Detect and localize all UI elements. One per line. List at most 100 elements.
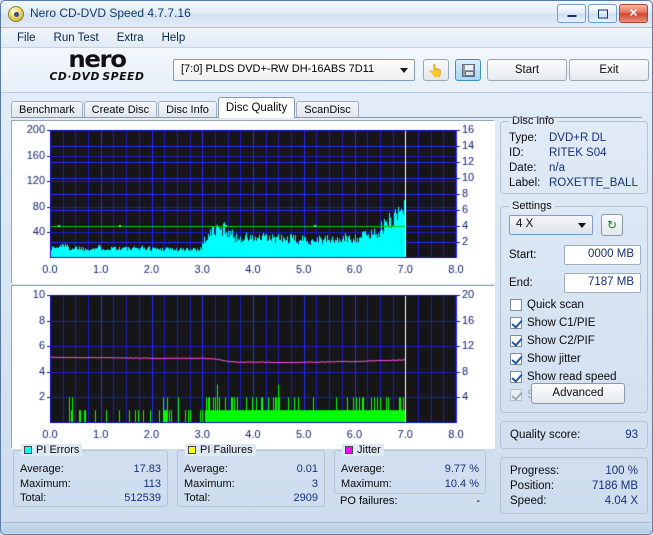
title-bar: Nero CD-DVD Speed 4.7.7.16 ✕	[1, 1, 652, 28]
pi-errors-legend-label: PI Errors	[36, 444, 80, 456]
window-title: Nero CD-DVD Speed 4.7.7.16	[30, 6, 191, 20]
pi-failures-jitter-chart[interactable]	[11, 285, 495, 449]
pi-failures-color-swatch	[188, 446, 196, 454]
progress-value: 100 %	[605, 465, 638, 477]
jitter-maximum-label: Maximum:	[341, 477, 392, 490]
start-button[interactable]: Start	[487, 59, 567, 81]
refresh-button[interactable]: ↻	[601, 214, 623, 236]
eject-hand-button[interactable]: 👆	[423, 59, 449, 81]
menu-item-extra[interactable]: Extra	[109, 30, 152, 46]
disc-type-row: Type: DVD+R DL	[501, 131, 647, 146]
jitter-color-swatch	[345, 446, 353, 454]
pi-failures-average-value: 0.01	[296, 463, 318, 475]
position-value: 7186 MB	[591, 480, 638, 492]
speed-selector[interactable]: 4 X	[509, 215, 593, 235]
jitter-average-label: Average:	[341, 463, 385, 475]
checkbox-quick-scan[interactable]: Quick scan	[510, 299, 584, 311]
po-failures-value: -	[476, 495, 480, 507]
jitter-average-row: Average: 9.77 %	[335, 462, 485, 477]
menu-item-file[interactable]: File	[9, 30, 44, 46]
pi-failures-legend-label: PI Failures	[200, 444, 253, 456]
jitter-stats-group: Jitter Average: 9.77 % Maximum: 10.4 %	[334, 444, 486, 494]
minimize-button[interactable]	[557, 4, 586, 23]
settings-legend: Settings	[509, 200, 555, 212]
close-glyph: ✕	[628, 7, 639, 19]
save-button[interactable]	[455, 59, 481, 81]
checkbox-show-read-speed[interactable]: Show read speed	[510, 371, 617, 383]
pi-errors-average-value: 17.83	[133, 463, 161, 475]
disc-id-label: ID:	[509, 147, 524, 159]
exit-button[interactable]: Exit	[569, 59, 649, 81]
toolbar: nero CD·DVD SPEED [7:0] PLDS DVD+-RW DH-…	[1, 48, 652, 93]
progress-group: Progress: 100 % Position: 7186 MB Speed:…	[500, 457, 648, 514]
pi-failures-average-label: Average:	[184, 463, 228, 475]
nero-cd-dvd-speed-window: Nero CD-DVD Speed 4.7.7.16 ✕ File Run Te…	[0, 0, 653, 535]
jitter-average-value: 9.77 %	[444, 463, 479, 475]
close-icon[interactable]: ✕	[619, 4, 648, 23]
disc-type-value: DVD+R DL	[549, 132, 607, 144]
tab-benchmark[interactable]: Benchmark	[11, 101, 83, 118]
checkbox-box-icon	[510, 299, 522, 311]
drive-selector[interactable]: [7:0] PLDS DVD+-RW DH-16ABS 7D11	[173, 59, 415, 81]
jitter-legend-label: Jitter	[357, 444, 381, 456]
save-disk-icon	[461, 63, 475, 77]
disc-date-row: Date: n/a	[501, 161, 647, 176]
maximize-button[interactable]	[588, 4, 617, 23]
position-label: Position:	[510, 480, 555, 492]
progress-row: Progress: 100 %	[501, 464, 647, 479]
progress-label: Progress:	[510, 465, 560, 477]
checkbox-show-jitter-label: Show jitter	[527, 353, 581, 365]
pi-errors-color-swatch	[24, 446, 32, 454]
pi-errors-average-row: Average: 17.83	[14, 462, 167, 477]
pi-errors-chart-canvas	[12, 121, 495, 284]
chevron-down-icon	[578, 223, 586, 228]
tab-scandisc[interactable]: ScanDisc	[296, 101, 359, 118]
pi-errors-maximum-label: Maximum:	[20, 477, 71, 490]
pi-failures-legend: PI Failures	[185, 444, 256, 456]
checkbox-show-c1-pie[interactable]: Show C1/PIE	[510, 317, 595, 329]
pi-errors-chart[interactable]	[11, 120, 495, 284]
pi-errors-maximum-value: 113	[143, 477, 161, 490]
pi-errors-total-value: 512539	[124, 492, 161, 504]
hand-icon: 👆	[427, 62, 445, 78]
pi-failures-maximum-value: 3	[311, 477, 318, 490]
settings-group: Settings 4 X ↻ Start: 0000 MB End: 7187 …	[500, 200, 648, 413]
tab-disc-info[interactable]: Disc Info	[158, 101, 217, 118]
tab-disc-quality[interactable]: Disc Quality	[217, 97, 296, 118]
end-input[interactable]: 7187 MB	[564, 273, 641, 293]
speed-row: Speed: 4.04 X	[501, 494, 647, 509]
refresh-icon: ↻	[606, 218, 618, 232]
pi-errors-legend: PI Errors	[21, 444, 83, 456]
checkbox-checked-icon	[510, 353, 522, 365]
checkbox-checked-icon	[510, 335, 522, 347]
end-field-label: End:	[509, 277, 533, 289]
pi-errors-total-label: Total:	[20, 492, 47, 504]
advanced-button[interactable]: Advanced	[531, 383, 625, 404]
tab-underline	[11, 117, 642, 118]
menu-item-run-test[interactable]: Run Test	[46, 30, 107, 46]
nero-disc-icon	[8, 6, 24, 22]
start-input[interactable]: 0000 MB	[564, 245, 641, 265]
checkbox-checked-icon	[510, 371, 522, 383]
disc-label-row: Label: ROXETTE_BALL	[501, 176, 647, 191]
checkbox-quick-scan-label: Quick scan	[527, 299, 584, 311]
disc-label-value: ROXETTE_BALL	[549, 177, 638, 189]
quality-score-row: Quality score: 93	[501, 428, 647, 443]
disc-date-value: n/a	[549, 162, 565, 174]
logo-subtitle-text: CD·DVD SPEED	[49, 71, 145, 83]
speed-label: Speed:	[510, 495, 547, 507]
disc-info-group: Disc info Type: DVD+R DL ID: RITEK S04 D…	[500, 115, 648, 194]
menu-bar: File Run Test Extra Help	[1, 28, 652, 48]
checkbox-show-jitter[interactable]: Show jitter	[510, 353, 581, 365]
disc-id-row: ID: RITEK S04	[501, 146, 647, 161]
main-content: PI Errors Average: 17.83 Maximum: 113 To…	[1, 115, 652, 534]
checkbox-show-c2-pif[interactable]: Show C2/PIF	[510, 335, 595, 347]
jitter-maximum-row: Maximum: 10.4 %	[335, 477, 485, 492]
pi-errors-stats-group: PI Errors Average: 17.83 Maximum: 113 To…	[13, 444, 168, 507]
quality-score-label: Quality score:	[510, 429, 581, 441]
quality-score-value: 93	[625, 429, 638, 441]
end-field-row: End: 7187 MB	[509, 273, 641, 295]
pi-failures-total-row: Total: 2909	[178, 491, 324, 506]
menu-item-help[interactable]: Help	[154, 30, 194, 46]
tab-create-disc[interactable]: Create Disc	[83, 101, 158, 118]
